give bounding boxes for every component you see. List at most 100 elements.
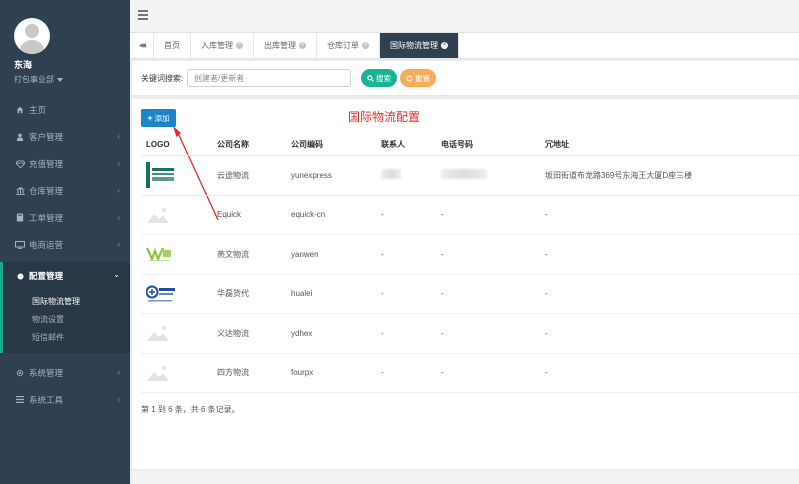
search-button-label: 搜索 (376, 73, 391, 83)
sidebar-item-label: 仓库管理 (29, 185, 64, 196)
sidebar-item-ecommerce[interactable]: 电商运营 ‹ (0, 231, 130, 258)
address: - (545, 210, 548, 220)
address: - (545, 328, 548, 338)
search-icon (367, 74, 374, 82)
sidebar-item-label: 工单管理 (29, 212, 64, 223)
company-name: 华磊货代 (217, 289, 249, 299)
table-row[interactable]: 四方物流 fourpx - - - (141, 354, 799, 393)
image-placeholder-icon (146, 360, 178, 386)
phone: - (441, 210, 444, 220)
submenu-item-logistics-settings[interactable]: 物流设置 (3, 311, 130, 329)
close-icon[interactable]: × (362, 42, 369, 49)
search-input[interactable] (187, 69, 351, 87)
tab-warehouse-orders[interactable]: 仓库订单 × (317, 33, 380, 58)
company-code: fourpx (291, 368, 314, 378)
reset-button[interactable]: 重置 (400, 69, 436, 87)
sidebar-item-label: 配置管理 (29, 271, 64, 281)
gear-icon (14, 369, 26, 377)
tab-home[interactable]: 首页 (154, 33, 191, 58)
company-code: yanwen (291, 249, 319, 259)
close-icon[interactable]: × (441, 42, 448, 49)
company-name: 燕文物流 (217, 249, 249, 259)
table-row[interactable]: Equick equick-cn - - - (141, 196, 799, 235)
diamond-icon (14, 159, 26, 168)
submenu-item-intl-logistics[interactable]: 国际物流管理 (3, 293, 130, 311)
table-row[interactable]: 云途物流 yunexpress 坂田街道布龙路369号东海王大厦D座三楼 (141, 156, 799, 196)
menu-toggle-icon[interactable] (138, 10, 148, 22)
sidebar-item-config[interactable]: 配置管理 ⌄ (0, 262, 130, 290)
table-header: LOGO 公司名称 公司编码 联系人 电话号码 冗地址 (141, 134, 799, 156)
tab-inbound[interactable]: 入库管理 × (191, 33, 254, 58)
sidebar-item-label: 电商运营 (29, 239, 64, 250)
sidebar-item-label: 主页 (29, 104, 47, 115)
table-row[interactable]: 义达物流 ydhex - - - (141, 314, 799, 354)
column-header: 联系人 (381, 140, 405, 149)
tab-outbound[interactable]: 出库管理 × (254, 33, 317, 58)
refresh-icon (406, 75, 413, 82)
chevron-left-icon: ‹ (117, 395, 120, 404)
list-icon (14, 396, 26, 403)
company-code: hualei (291, 289, 313, 299)
avatar[interactable] (14, 18, 50, 54)
tab-label: 出库管理 (264, 41, 296, 50)
user-profile: 东海 打包事业部 (0, 0, 130, 85)
address: - (545, 249, 548, 259)
contact: - (381, 249, 384, 259)
reset-button-label: 重置 (415, 73, 430, 83)
table-row[interactable]: 华磊货代 hualei - - - (141, 275, 799, 314)
chevron-left-icon: ‹ (117, 213, 120, 222)
company-name: 义达物流 (217, 328, 249, 338)
double-chevron-left-icon: ◀◀ (138, 43, 146, 49)
sidebar-item-label: 充值管理 (29, 158, 64, 169)
sidebar-item-tools[interactable]: 系统工具 ‹ (0, 386, 130, 413)
table-row[interactable]: 燕文物流 yanwen - - - (141, 235, 799, 275)
company-code: equick-cn (291, 210, 326, 220)
caret-down-icon (57, 77, 63, 82)
sidebar-item-home[interactable]: 主页 (0, 96, 130, 123)
tabs-scroll-left-button[interactable]: ◀◀ (130, 33, 154, 58)
logistics-table: LOGO 公司名称 公司编码 联系人 电话号码 冗地址 云途物流 yunexpr… (141, 134, 799, 393)
book-icon (14, 213, 26, 222)
chevron-left-icon: ‹ (117, 186, 120, 195)
user-icon (14, 133, 26, 141)
phone: - (441, 249, 444, 259)
bank-icon (14, 186, 26, 195)
yunexpress-logo (146, 162, 178, 189)
tab-label: 入库管理 (201, 41, 233, 50)
column-header: 冗地址 (545, 140, 569, 149)
contact: - (381, 328, 384, 338)
monitor-icon (14, 240, 26, 249)
sidebar-item-warehouse[interactable]: 仓库管理 ‹ (0, 177, 130, 204)
address: - (545, 289, 548, 299)
column-header: 公司名称 (217, 140, 249, 149)
submenu-item-sms-email[interactable]: 短信邮件 (3, 329, 130, 347)
user-name: 东海 (14, 60, 33, 70)
image-placeholder-icon (146, 320, 178, 346)
annotation-text: 国际物流配置 (348, 110, 421, 124)
sidebar-nav: 主页 客户管理 ‹ 充值管理 ‹ 仓库管理 ‹ 工单管理 ‹ 电商运营 ‹ 配置… (0, 96, 130, 413)
chevron-left-icon: ‹ (117, 368, 120, 377)
search-bar: 关键词搜索: 搜索 重置 (132, 61, 799, 96)
column-header: 电话号码 (441, 140, 473, 149)
sidebar-item-recharge[interactable]: 充值管理 ‹ (0, 150, 130, 177)
user-dept-dropdown[interactable]: 打包事业部 (14, 74, 130, 85)
tab-intl-logistics[interactable]: 国际物流管理 × (380, 33, 459, 58)
table-panel: + 添加 国际物流配置 LOGO 公司名称 公司编码 联系人 电话号码 冗地址 … (132, 99, 799, 469)
phone: - (441, 289, 444, 299)
phone-redacted (441, 169, 545, 181)
contact: - (381, 289, 384, 299)
top-header (130, 0, 799, 33)
sidebar-item-tickets[interactable]: 工单管理 ‹ (0, 204, 130, 231)
image-placeholder-icon (146, 202, 178, 228)
column-header: 公司编码 (291, 140, 323, 149)
close-icon[interactable]: × (299, 42, 306, 49)
search-button[interactable]: 搜索 (361, 69, 397, 87)
close-icon[interactable]: × (236, 42, 243, 49)
sidebar-submenu: 国际物流管理 物流设置 短信邮件 (0, 290, 130, 353)
tab-label: 国际物流管理 (390, 41, 438, 50)
address: - (545, 368, 548, 378)
chevron-left-icon: ‹ (117, 132, 120, 141)
sidebar-item-system[interactable]: 系统管理 ‹ (0, 359, 130, 386)
sidebar-item-customers[interactable]: 客户管理 ‹ (0, 123, 130, 150)
yanwen-logo (146, 241, 178, 267)
